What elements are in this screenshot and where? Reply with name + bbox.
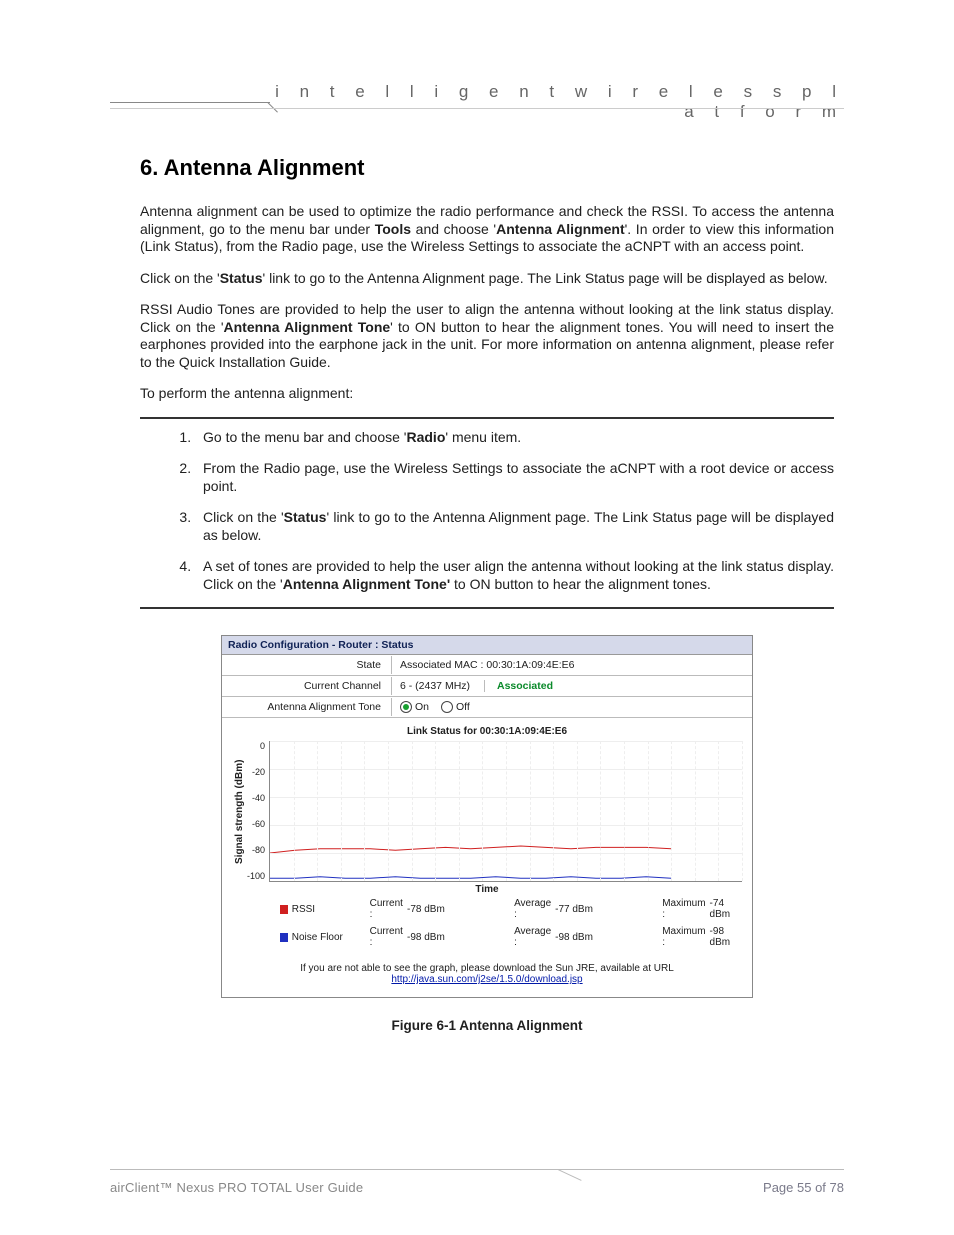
chart-plot [269, 741, 742, 882]
footer-rule [110, 1169, 844, 1170]
radio-on[interactable]: On [400, 701, 429, 713]
associated-badge: Associated [497, 680, 553, 692]
legend-rssi: RSSI Current : -78 dBm Average : -77 dBm… [232, 895, 742, 923]
step-list: Go to the menu bar and choose 'Radio' me… [140, 429, 834, 594]
legend-noise: Noise Floor Current : -98 dBm Average : … [232, 923, 742, 951]
figure-panel: Radio Configuration - Router : Status St… [221, 635, 753, 998]
label-tone: Antenna Alignment Tone [222, 698, 392, 716]
value-tone: On Off [392, 698, 478, 716]
step-3: Click on the 'Status' link to go to the … [195, 509, 834, 544]
page-header: i n t e l l i g e n t w i r e l e s s p … [110, 82, 844, 122]
footer-row: airClient™ Nexus PRO TOTAL User Guide Pa… [110, 1180, 844, 1195]
row-tone: Antenna Alignment Tone On Off [222, 697, 752, 718]
step-2: From the Radio page, use the Wireless Se… [195, 460, 834, 495]
header-tagline: i n t e l l i g e n t w i r e l e s s p … [270, 82, 844, 122]
radio-off[interactable]: Off [441, 701, 470, 713]
step-1: Go to the menu bar and choose 'Radio' me… [195, 429, 834, 447]
intro-paragraph-3: RSSI Audio Tones are provided to help th… [140, 301, 834, 371]
chart-container: Link Status for 00:30:1A:09:4E:E6 Signal… [222, 718, 752, 955]
value-state: Associated MAC : 00:30:1A:09:4E:E6 [392, 656, 583, 674]
chart-title: Link Status for 00:30:1A:09:4E:E6 [232, 726, 742, 737]
figure-note: If you are not able to see the graph, pl… [222, 955, 752, 997]
chart-wrap: Signal strength (dBm) 0-20-40-60-80-100 [232, 741, 742, 882]
intro-paragraph-2: Click on the 'Status' link to go to the … [140, 270, 834, 288]
header-ornament [110, 102, 270, 103]
label-channel: Current Channel [222, 677, 392, 695]
document-page: i n t e l l i g e n t w i r e l e s s p … [0, 0, 954, 1235]
step-4: A set of tones are provided to help the … [195, 558, 834, 593]
figure-caption: Figure 6-1 Antenna Alignment [140, 1018, 834, 1033]
radio-on-icon [400, 701, 412, 713]
swatch-rssi [280, 905, 288, 914]
value-channel: 6 - (2437 MHz) Associated [392, 677, 561, 695]
label-state: State [222, 656, 392, 674]
header-rule [110, 108, 844, 109]
chart-yticks: 0-20-40-60-80-100 [247, 741, 269, 881]
chart-ylabel: Signal strength (dBm) [232, 741, 247, 882]
section-heading: 6. Antenna Alignment [140, 155, 834, 181]
jre-download-link[interactable]: http://java.sun.com/j2se/1.5.0/download.… [391, 974, 582, 985]
row-state: State Associated MAC : 00:30:1A:09:4E:E6 [222, 655, 752, 676]
footer-page: Page 55 of 78 [763, 1180, 844, 1195]
swatch-noise [280, 933, 288, 942]
intro-paragraph-4: To perform the antenna alignment: [140, 385, 834, 403]
divider-bottom [140, 607, 834, 609]
content-area: 6. Antenna Alignment Antenna alignment c… [140, 155, 834, 1033]
radio-off-icon [441, 701, 453, 713]
chart-xlabel: Time [232, 884, 742, 895]
divider-top [140, 417, 834, 419]
intro-paragraph-1: Antenna alignment can be used to optimiz… [140, 203, 834, 256]
row-channel: Current Channel 6 - (2437 MHz) Associate… [222, 676, 752, 697]
footer-guide: airClient™ Nexus PRO TOTAL User Guide [110, 1180, 363, 1195]
page-footer: airClient™ Nexus PRO TOTAL User Guide Pa… [110, 1169, 844, 1195]
figure-title: Radio Configuration - Router : Status [222, 636, 752, 655]
